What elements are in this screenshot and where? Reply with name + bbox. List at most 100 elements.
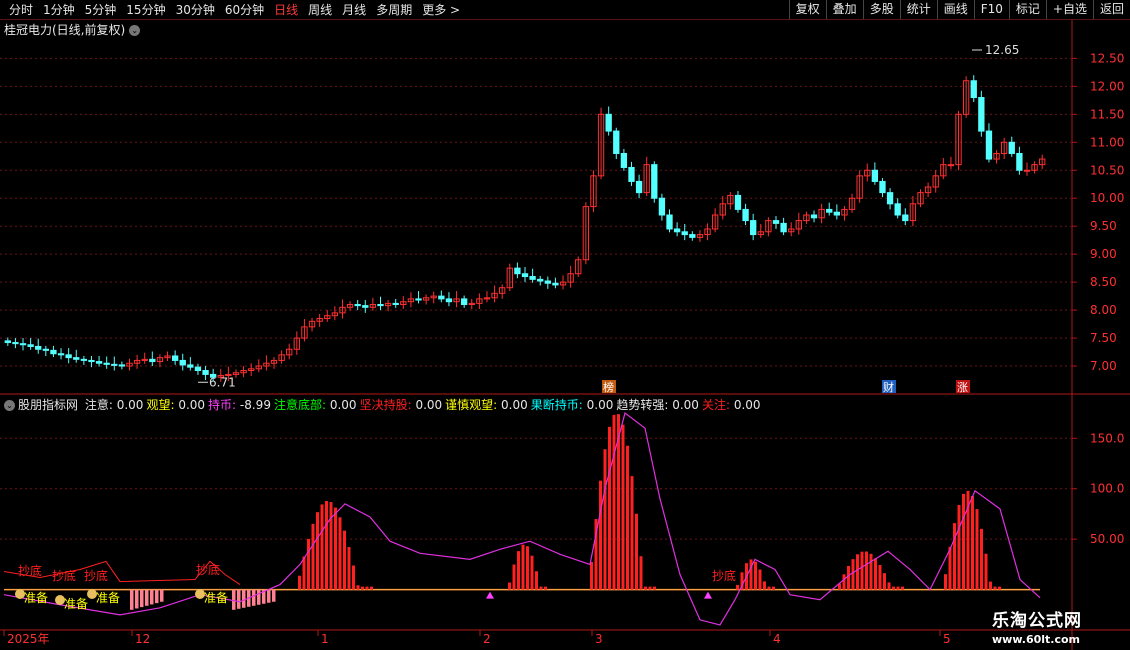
indicator-bar [539,586,543,590]
indicator-value: 果断持币: 0.00 [530,398,614,412]
candle-body [103,362,110,365]
indicator-bar [754,561,757,590]
signal-chaodi: 抄底 [18,563,42,578]
candle-body [460,298,468,305]
candle-body [734,194,742,210]
indicator-bar [325,500,328,590]
candle-body [354,304,361,307]
candle-body [666,214,673,230]
watermark-title: 乐淘公式网 [992,611,1082,631]
indicator-line [3,412,1041,626]
candle-body [780,222,787,233]
candle-body [80,358,88,361]
indicator-bar [535,571,538,590]
candle-body [985,130,993,160]
price-tick-label: 12.00 [1090,79,1124,93]
indicator-bar [957,504,961,590]
candle-body [73,357,80,360]
candle-body [35,345,42,350]
indicator-bar [630,476,634,590]
candle-body [673,228,681,233]
candle-body [628,166,635,182]
candle-body [65,354,72,359]
candle-body [605,113,612,132]
signal-chaodi: 抄底 [52,568,76,583]
candle-body [362,305,369,308]
candle-body [171,355,179,361]
low-label: 6.71 [209,375,236,389]
candle-body [514,267,521,275]
date-tick-label: 1 [321,632,329,646]
indicator-bar [847,565,850,590]
kline-chart[interactable]: 12.656.71 榜财涨 抄底 抄底 抄底 抄底 抄底准备 准备 准备 准备 12.5012.… [0,0,1130,650]
candle-body [833,211,841,216]
signal-zhunbei: 准备 [24,591,48,605]
indicator-bar [767,586,771,590]
indicator-bar [989,581,992,590]
candle-body [27,344,34,347]
indicator-value: 观望: 0.00 [146,398,206,412]
indicator-bar [635,513,638,590]
price-tick-label: 11.50 [1090,107,1124,121]
indicator-bar [316,512,319,590]
candle-body [415,298,422,301]
price-tick-label: 9.00 [1090,247,1117,261]
date-tick-label: 2025年 [7,632,50,646]
candle-body [4,340,11,344]
indicator-value: 关注: 0.00 [701,398,761,412]
candle-body [681,231,688,236]
candle-body [42,348,49,351]
signal-zhunbei: 准备 [96,591,120,605]
candle-body [12,342,19,345]
indicator-value: 趋势转强: 0.00 [616,398,699,412]
indicator-bar [599,480,602,590]
indicator-bar [772,586,775,590]
candle-body [810,214,818,219]
indicator-bar [736,584,739,590]
indicator-bar [860,551,864,590]
indicator-neg-bar [145,589,149,606]
candle-body [111,363,118,366]
indicator-value: 坚决持股: 0.00 [359,398,443,412]
candle-body [620,152,628,168]
indicator-bar [639,556,643,590]
candle-body [689,234,696,238]
signal-chaodi: 抄底 [196,562,220,577]
indicator-bar [971,496,974,590]
candle-body [88,359,95,363]
price-tick-label: 12.50 [1090,51,1124,65]
indicator-bar [653,586,656,590]
date-tick-label: 3 [595,632,603,646]
indicator-bar [887,582,891,590]
indicator-bar [962,493,965,590]
indicator-bar [603,449,607,590]
indicator-neg-bar [257,589,261,605]
collapse-icon[interactable]: ⌄ [4,400,15,411]
signal-zhunbei: 准备 [64,597,88,611]
indicator-bar [901,586,904,590]
candle-body [978,97,985,132]
watermark-url: www.60lt.com [992,633,1081,646]
indicator-bar [621,424,625,590]
indicator-bar [517,551,520,590]
indicator-value: 谨慎观望: 0.00 [445,398,528,412]
indicator-neg-bar [135,589,139,609]
candle-body [194,366,202,372]
event-tag-label: 财 [883,380,894,394]
candle-body [438,295,445,300]
indicator-bar [608,426,611,590]
price-tick-label: 8.00 [1090,303,1117,317]
candle-body [658,197,666,216]
indicator-bar [311,523,315,590]
indicator-neg-bar [150,589,154,605]
price-tick-label: 7.00 [1090,359,1117,373]
indicator-tick-label: 100.0 [1090,482,1124,496]
candle-body [50,349,57,355]
price-tick-label: 10.00 [1090,191,1124,205]
indicator-bar [948,546,952,590]
indicator-bar [644,586,647,590]
event-tag-label: 榜 [603,380,614,394]
indicator-bar [869,553,873,590]
price-tick-label: 11.00 [1090,135,1124,149]
up-triangle-icon [704,591,712,599]
